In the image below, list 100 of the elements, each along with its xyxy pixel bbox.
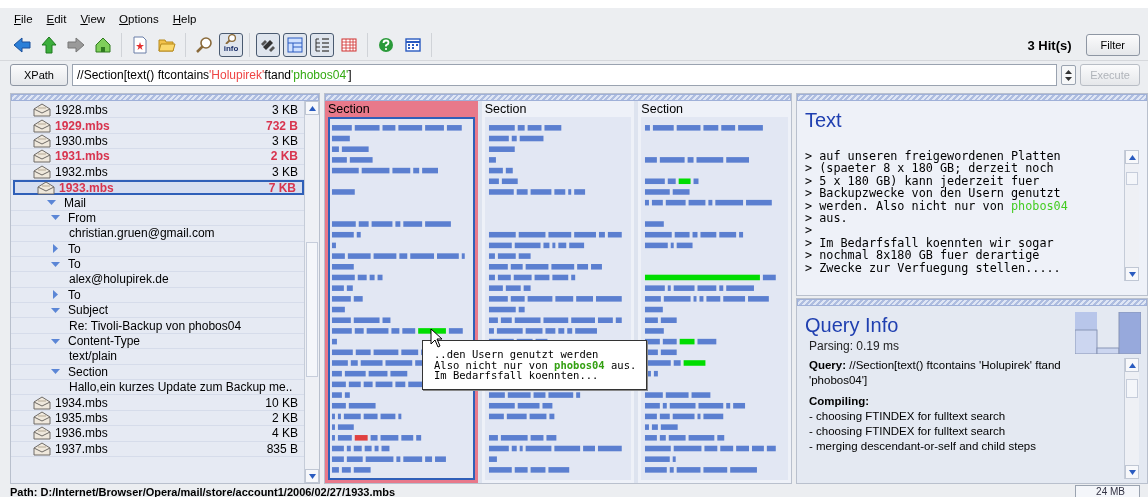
file-name: 1929.mbs bbox=[55, 118, 111, 133]
tree-row[interactable]: 1931.mbs 2 KB bbox=[11, 149, 304, 165]
back-arrow-icon bbox=[13, 36, 31, 54]
menu-item[interactable]: Options bbox=[119, 13, 159, 25]
panel-grip[interactable] bbox=[11, 94, 319, 101]
mail-file-icon bbox=[37, 180, 55, 195]
tree-row[interactable]: 1928.mbs 3 KB bbox=[11, 103, 304, 119]
compile-step: - merging descendant-or-self and child steps bbox=[809, 439, 1118, 454]
scroll-down-icon bbox=[1128, 469, 1136, 475]
history-spinner[interactable] bbox=[1061, 65, 1076, 85]
file-size: 3 KB bbox=[272, 164, 298, 179]
scroll-down-button[interactable] bbox=[1125, 267, 1139, 281]
scrollbar[interactable] bbox=[1124, 150, 1139, 281]
text-content: > auf unseren freigewordenen Platten > (spaeter 8 x 180 GB; derzeit noch > 5 x 180 GB) kann jederzeit fuer > Backupzwecke von den Usern genutzt > werden. Also nicht nur von phobos04 > aus. > > Im Bedarfsfall koennten wir sogar > nochmal 8x180 GB fuer derartige > Zwecke zur Verfuegung stellen..... bbox=[805, 150, 1069, 277]
scrollbar[interactable] bbox=[1124, 358, 1139, 479]
section-heading: Compiling: bbox=[809, 394, 871, 409]
expanded-arrow-icon[interactable] bbox=[51, 336, 60, 346]
toolbar-button[interactable] bbox=[310, 33, 334, 57]
file-size: 2 KB bbox=[270, 149, 298, 164]
panel-grip[interactable] bbox=[797, 94, 1147, 101]
home-icon bbox=[94, 36, 112, 54]
tree-row[interactable]: 1930.mbs 3 KB bbox=[11, 133, 304, 150]
node-text: Re: Tivoli-Backup von phobos04 bbox=[69, 318, 242, 333]
scrollbar-thumb[interactable] bbox=[1126, 379, 1138, 399]
node-text: alex@holupirek.de bbox=[69, 272, 169, 287]
file-size: 835 B bbox=[266, 441, 298, 456]
menu-item[interactable]: File bbox=[14, 13, 33, 25]
memory-indicator[interactable]: 24 MB bbox=[1075, 485, 1140, 497]
file-size: 2 KB bbox=[272, 411, 298, 425]
xpath-mode-button[interactable]: XPath bbox=[10, 64, 68, 86]
forward-arrow-icon bbox=[67, 36, 85, 54]
section-label: Section bbox=[640, 101, 685, 117]
tree-row[interactable]: 1936.mbs 4 KB bbox=[11, 426, 304, 442]
element-name: To bbox=[68, 287, 81, 302]
scrollbar[interactable] bbox=[304, 101, 319, 483]
collapsed-arrow-icon[interactable] bbox=[51, 244, 60, 254]
table-icon bbox=[340, 36, 358, 54]
tree-row[interactable]: 1934.mbs 10 KB bbox=[11, 395, 304, 411]
panel-grip[interactable] bbox=[325, 94, 791, 101]
filter-button[interactable]: Filter bbox=[1085, 34, 1140, 56]
menu-item[interactable]: Help bbox=[172, 13, 197, 25]
file-name: 1934.mbs bbox=[55, 395, 109, 410]
element-name: To bbox=[68, 257, 81, 272]
file-size: 10 KB bbox=[265, 395, 298, 410]
expanded-arrow-icon[interactable] bbox=[51, 213, 60, 223]
scroll-up-icon bbox=[1128, 154, 1136, 160]
element-name: Section bbox=[68, 364, 109, 379]
grid-icon bbox=[404, 36, 422, 54]
toolbar-button[interactable]: info bbox=[219, 33, 243, 57]
tree-row[interactable]: 1932.mbs 3 KB bbox=[11, 164, 304, 180]
folder-icon bbox=[158, 36, 176, 54]
file-size: 3 KB bbox=[272, 133, 298, 148]
expanded-arrow-icon[interactable] bbox=[47, 198, 56, 208]
toolbar-button[interactable] bbox=[256, 33, 280, 57]
file-name: 1932.mbs bbox=[55, 164, 109, 179]
info-label: info bbox=[223, 44, 239, 53]
scroll-up-button[interactable] bbox=[1125, 358, 1139, 372]
element-name: Subject bbox=[68, 303, 109, 318]
mail-file-icon bbox=[33, 103, 51, 118]
scrollbar-thumb[interactable] bbox=[1126, 172, 1138, 185]
expanded-arrow-icon[interactable] bbox=[51, 305, 60, 315]
expanded-arrow-icon[interactable] bbox=[51, 367, 60, 377]
scrollbar-thumb[interactable] bbox=[306, 242, 318, 377]
query-field[interactable]: //Section[text() ftcontains'Holupirek'ftand'phobos04'] bbox=[72, 64, 1057, 86]
file-name: 1931.mbs bbox=[55, 149, 111, 164]
mail-file-icon bbox=[33, 118, 51, 133]
tree-row[interactable]: 1937.mbs 835 B bbox=[11, 441, 304, 457]
mail-file-icon bbox=[33, 426, 51, 441]
mail-file-icon bbox=[33, 149, 51, 164]
panel-grip[interactable] bbox=[797, 299, 1147, 306]
panel-title: Text bbox=[805, 109, 843, 132]
file-size: 732 B bbox=[265, 118, 298, 133]
scroll-down-button[interactable] bbox=[305, 469, 319, 483]
file-name: 1936.mbs bbox=[55, 426, 109, 441]
file-name: 1928.mbs bbox=[55, 103, 109, 118]
file-size: 4 KB bbox=[272, 426, 298, 441]
node-text: Hallo,ein kurzes Update zum Backup me.. bbox=[69, 380, 293, 395]
scroll-up-icon bbox=[1128, 362, 1136, 368]
timing-bars-drawing bbox=[1075, 312, 1141, 354]
tree-view-icon bbox=[313, 36, 331, 54]
tree-row[interactable]: 1935.mbs 2 KB bbox=[11, 410, 304, 427]
mail-file-icon bbox=[33, 133, 51, 148]
mail-file-icon bbox=[33, 411, 51, 425]
menu-item[interactable]: View bbox=[80, 13, 106, 25]
collapsed-arrow-icon[interactable] bbox=[51, 290, 60, 300]
scroll-down-button[interactable] bbox=[1125, 465, 1139, 479]
mail-file-icon bbox=[33, 164, 51, 179]
scroll-up-icon bbox=[308, 105, 316, 111]
menu-item[interactable]: Edit bbox=[46, 13, 67, 25]
scroll-up-button[interactable] bbox=[1125, 150, 1139, 164]
file-name: 1930.mbs bbox=[55, 133, 109, 148]
toolbar-button[interactable] bbox=[283, 33, 307, 57]
scroll-up-button[interactable] bbox=[305, 101, 319, 115]
file-name: 1935.mbs bbox=[55, 411, 109, 425]
expanded-arrow-icon[interactable] bbox=[51, 259, 60, 269]
tree-row[interactable]: 1929.mbs 732 B bbox=[11, 118, 304, 134]
map-section[interactable]: Section bbox=[638, 101, 791, 483]
hit-count: 3 Hit(s) bbox=[1027, 37, 1072, 53]
query-text: Query: //Section[text() ftcontains 'Holupirek' ftand 'phobos04'] bbox=[809, 358, 1062, 388]
element-name: From bbox=[68, 210, 96, 225]
